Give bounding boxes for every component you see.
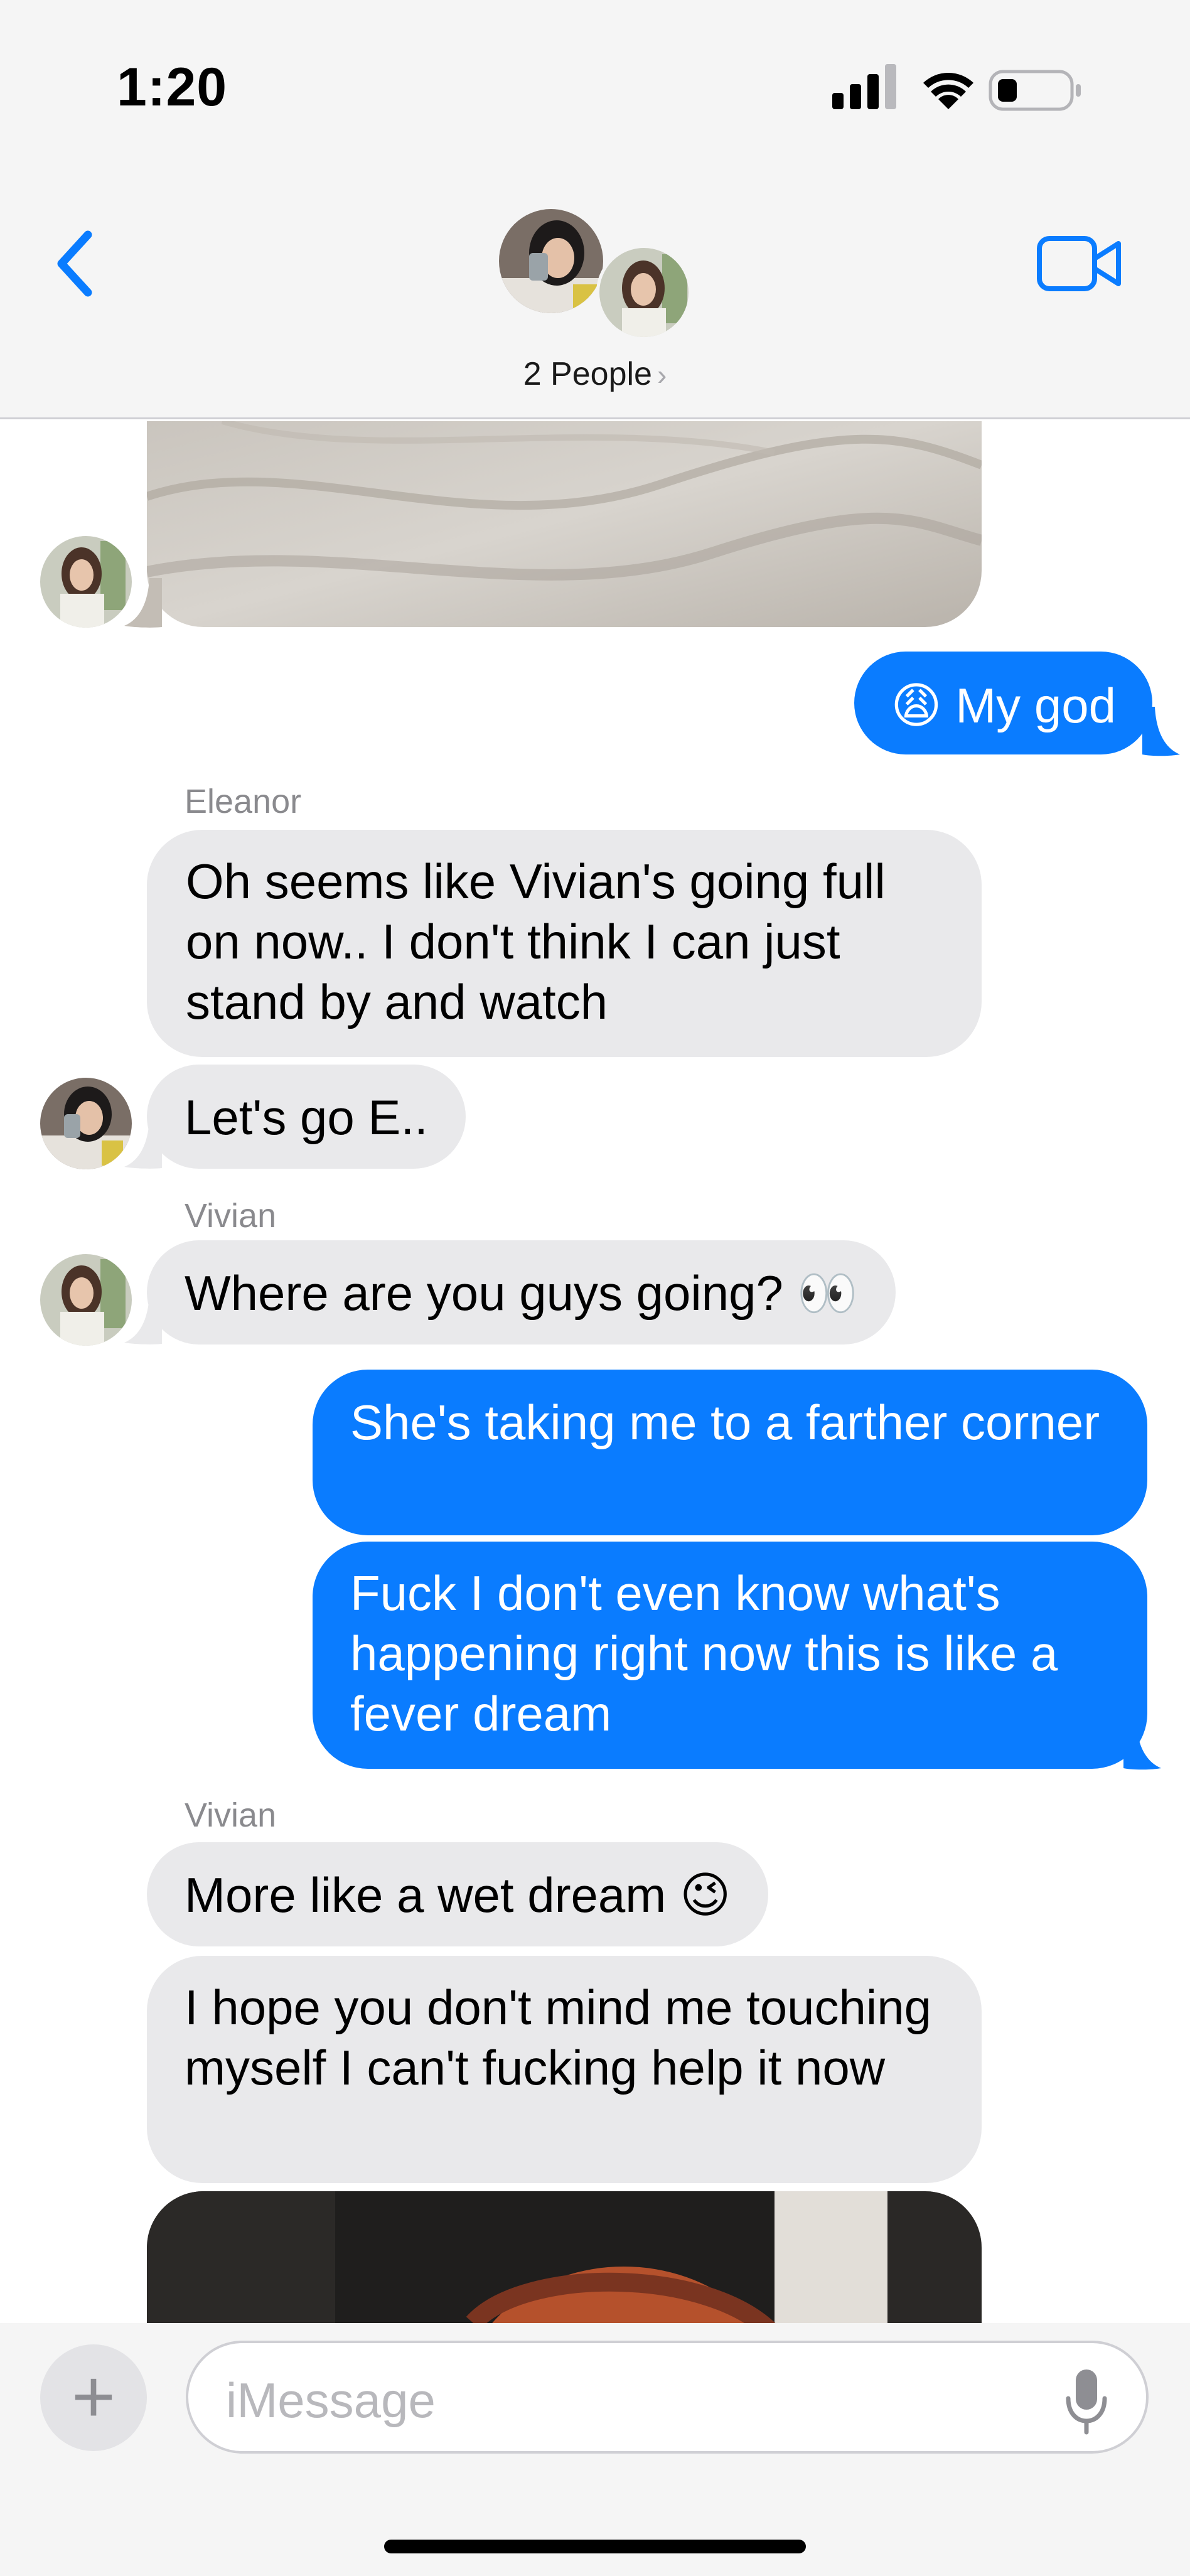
avatar-vivian bbox=[596, 245, 692, 340]
group-avatars[interactable] bbox=[496, 206, 703, 344]
home-indicator[interactable] bbox=[384, 2540, 806, 2553]
apps-plus-button[interactable]: + bbox=[40, 2344, 147, 2451]
bubble-tail bbox=[1142, 707, 1180, 756]
message-bubble-incoming[interactable]: Let's go E.. bbox=[147, 1065, 466, 1169]
message-bubble-outgoing[interactable]: 😩 My god bbox=[854, 652, 1152, 754]
message-bubble-outgoing[interactable]: She's taking me to a farther corner bbox=[313, 1370, 1147, 1535]
message-bubble-incoming[interactable]: I hope you don't mind me touching myself… bbox=[147, 1956, 982, 2183]
message-text: I hope you don't mind me touching myself… bbox=[185, 1980, 931, 2095]
conversation-header: 1:20 2 People › bbox=[0, 0, 1190, 419]
message-text: She's taking me to a farther corner bbox=[350, 1395, 1100, 1450]
battery-icon bbox=[989, 70, 1081, 111]
status-time: 1:20 bbox=[117, 57, 228, 117]
signal-icon bbox=[832, 64, 896, 109]
photo-message-selfie[interactable] bbox=[147, 2191, 982, 2323]
people-count-label: 2 People bbox=[523, 356, 652, 392]
status-icons bbox=[832, 64, 1081, 111]
bubble-tail bbox=[124, 1295, 162, 1344]
message-text: Oh seems like Vivian's going full on now… bbox=[186, 854, 886, 1029]
chevron-right-icon: › bbox=[657, 358, 667, 391]
bubble-tail bbox=[1123, 1720, 1161, 1770]
message-text: Fuck I don't even know what's happening … bbox=[350, 1565, 1058, 1741]
back-chevron-icon[interactable] bbox=[49, 226, 105, 301]
avatar-eleanor bbox=[496, 206, 606, 316]
message-text: 😩 My god bbox=[891, 678, 1116, 733]
message-input-field[interactable] bbox=[186, 2341, 1149, 2454]
message-bubble-incoming[interactable]: More like a wet dream 😉 bbox=[147, 1842, 769, 1946]
message-text: Where are you guys going? 👀 bbox=[185, 1265, 858, 1321]
photo-message-bedsheet[interactable] bbox=[147, 421, 982, 627]
message-input[interactable] bbox=[226, 2366, 1042, 2435]
microphone-icon[interactable] bbox=[1064, 2367, 1108, 2436]
wifi-icon bbox=[923, 73, 973, 109]
message-bubble-outgoing[interactable]: Fuck I don't even know what's happening … bbox=[313, 1542, 1147, 1769]
avatar-vivian-small bbox=[40, 1254, 132, 1346]
sender-name-vivian: Vivian bbox=[185, 1796, 277, 1834]
message-list[interactable]: 😩 My god Eleanor Oh seems like Vivian's … bbox=[0, 421, 1190, 2323]
compose-bar: + bbox=[0, 2323, 1190, 2576]
message-text: More like a wet dream 😉 bbox=[185, 1867, 731, 1923]
message-bubble-incoming[interactable]: Oh seems like Vivian's going full on now… bbox=[147, 830, 982, 1057]
people-count-link[interactable]: 2 People › bbox=[0, 355, 1190, 393]
avatar-vivian-small bbox=[40, 536, 132, 628]
sender-name-vivian: Vivian bbox=[185, 1197, 277, 1235]
message-bubble-incoming[interactable]: Where are you guys going? 👀 bbox=[147, 1240, 896, 1344]
plus-icon: + bbox=[71, 2354, 116, 2439]
sender-name-eleanor: Eleanor bbox=[185, 783, 302, 820]
avatar-eleanor-small bbox=[40, 1078, 132, 1169]
video-call-icon[interactable] bbox=[1036, 232, 1123, 295]
message-text: Let's go E.. bbox=[185, 1090, 428, 1145]
bubble-tail bbox=[124, 1119, 162, 1169]
